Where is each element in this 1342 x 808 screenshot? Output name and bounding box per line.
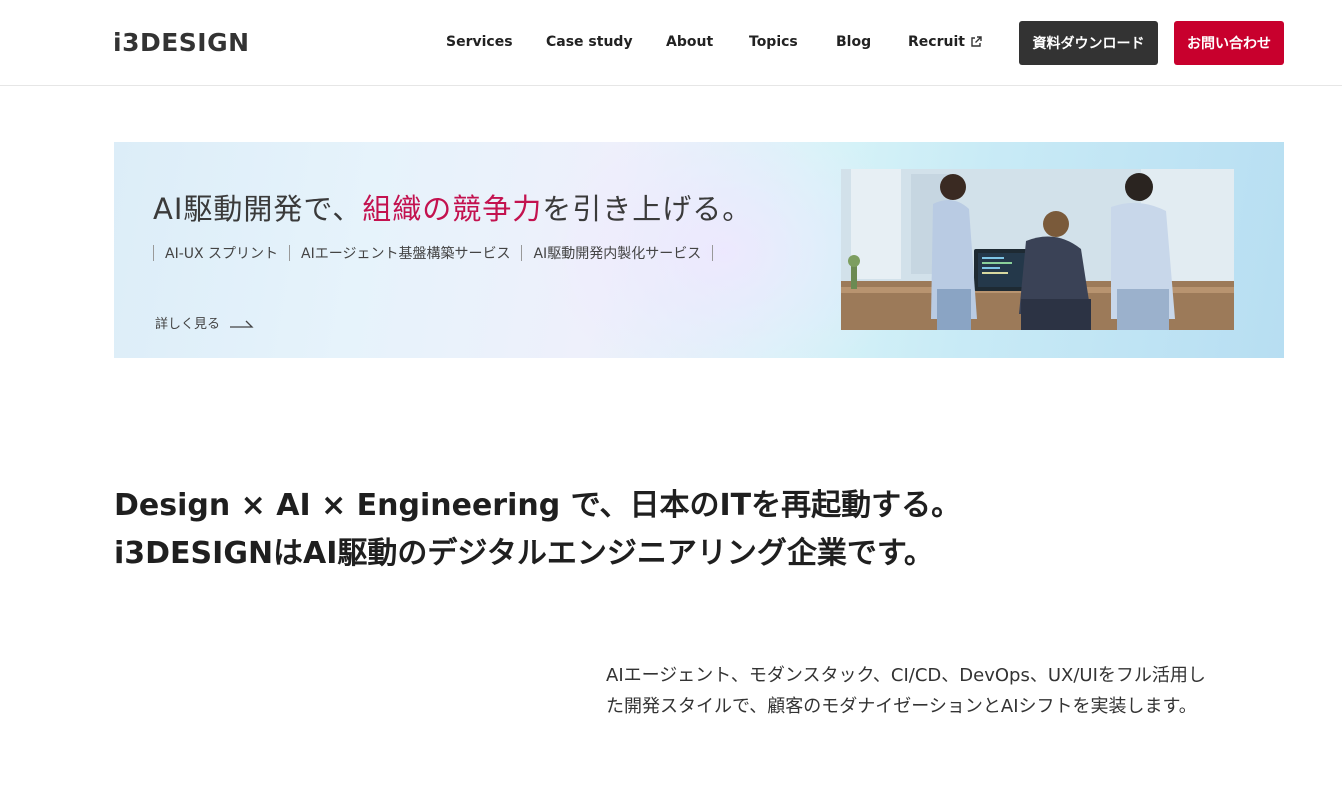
divider (153, 245, 154, 261)
intro-line-2: た開発スタイルで、顧客のモダナイゼーションとAIシフトを実装します。 (606, 696, 1197, 717)
divider (521, 245, 523, 261)
nav-case-study[interactable]: Case study (546, 34, 633, 50)
headline-line-2: i3DESIGNはAI駆動のデジタルエンジニアリング企業です。 (114, 536, 934, 571)
banner-more-label: 詳しく見る (155, 317, 221, 332)
photo-illustration (841, 169, 1234, 330)
banner-title-post: を引き上げる。 (542, 192, 753, 226)
banner-service-list: AI-UX スプリント AIエージェント基盤構築サービス AI駆動開発内製化サー… (153, 244, 724, 262)
banner-more-link[interactable]: 詳しく見る (155, 313, 254, 332)
nav-recruit[interactable]: Recruit (908, 34, 982, 50)
nav-about[interactable]: About (666, 34, 713, 50)
nav-blog[interactable]: Blog (836, 34, 871, 50)
contact-button[interactable]: お問い合わせ (1174, 21, 1284, 65)
nav-recruit-label: Recruit (908, 34, 965, 50)
main-headline: Design × AI × Engineering で、日本のITを再起動する。… (114, 482, 961, 578)
site-header: i3DESIGN Services Case study About Topic… (0, 0, 1342, 86)
intro-paragraph: AIエージェント、モダンスタック、CI/CD、DevOps、UX/UIをフル活用… (606, 660, 1286, 722)
site-logo[interactable]: i3DESIGN (113, 28, 250, 57)
divider (289, 245, 291, 261)
banner-title-accent: 組織の競争力 (362, 192, 543, 226)
service-ai-inhouse: AI駆動開発内製化サービス (533, 246, 702, 262)
nav-services[interactable]: Services (446, 34, 513, 50)
external-link-icon (971, 36, 982, 47)
intro-line-1: AIエージェント、モダンスタック、CI/CD、DevOps、UX/UIをフル活用… (606, 665, 1206, 686)
service-ai-ux-sprint: AI-UX スプリント (165, 246, 279, 262)
banner-title-pre: AI駆動開発で、 (153, 192, 363, 226)
headline-line-1: Design × AI × Engineering で、日本のITを再起動する。 (114, 488, 962, 523)
arrow-right-icon (230, 320, 254, 328)
download-button[interactable]: 資料ダウンロード (1019, 21, 1158, 65)
banner-title: AI駆動開発で、組織の競争力を引き上げる。 (153, 186, 752, 228)
nav-topics[interactable]: Topics (749, 34, 798, 50)
ai-development-banner[interactable]: AI駆動開発で、組織の競争力を引き上げる。 AI-UX スプリント AIエージェ… (114, 142, 1284, 358)
divider (712, 245, 714, 261)
service-ai-agent-platform: AIエージェント基盤構築サービス (301, 246, 511, 262)
team-meeting-photo (841, 169, 1234, 330)
